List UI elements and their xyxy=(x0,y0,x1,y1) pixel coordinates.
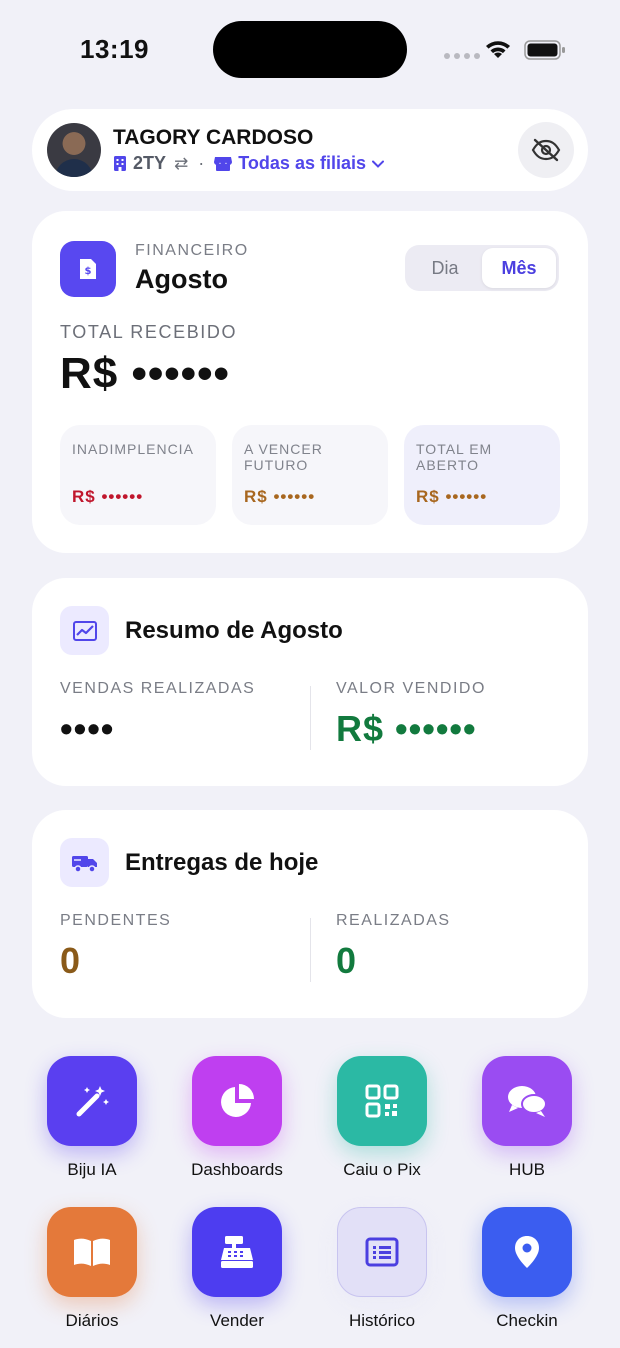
svg-text:$: $ xyxy=(85,266,92,277)
metric-value: R$ •••••• xyxy=(244,487,316,506)
done-label: REALIZADAS xyxy=(336,912,451,929)
shortcut-hub[interactable]: HUB xyxy=(462,1056,592,1180)
sales-amount-value: R$ •••••• xyxy=(336,708,477,749)
metric-total-open[interactable]: TOTAL EM ABERTO R$ •••••• xyxy=(404,425,560,525)
total-received-value: R$ •••••• xyxy=(60,349,230,398)
company-branch-selector[interactable]: 2TY ⇄ · Todas as filiais xyxy=(113,153,384,174)
shortcut-label: HUB xyxy=(509,1160,545,1179)
hide-values-button[interactable] xyxy=(518,122,574,178)
user-header: TAGORY CARDOSO 2TY ⇄ · Todas as filiais xyxy=(32,109,588,191)
company-code: 2TY xyxy=(133,153,167,173)
pie-chart-icon[interactable] xyxy=(192,1056,282,1146)
shortcut-label: Histórico xyxy=(348,1311,416,1330)
shortcut-label: Checkin xyxy=(496,1311,558,1330)
metric-value: R$ •••••• xyxy=(72,487,144,506)
shortcut-historico[interactable]: Histórico xyxy=(317,1207,447,1331)
magic-wand-icon[interactable] xyxy=(47,1056,137,1146)
shortcut-label: Vender xyxy=(210,1311,264,1330)
metric-label: INADIMPLENCIA xyxy=(72,441,194,457)
shortcut-dashboards[interactable]: Dashboards xyxy=(172,1056,302,1180)
signal-icon xyxy=(444,53,480,59)
period-toggle: Dia Mês xyxy=(405,245,559,291)
metric-label: TOTAL EM ABERTO xyxy=(416,441,493,473)
eye-off-icon xyxy=(531,138,561,162)
shortcut-checkin[interactable]: Checkin xyxy=(462,1207,592,1331)
period-month-button[interactable]: Mês xyxy=(482,248,556,288)
wifi-icon xyxy=(486,41,510,58)
avatar[interactable] xyxy=(47,123,101,177)
swap-icon[interactable]: ⇄ xyxy=(174,154,188,174)
metric-defaults[interactable]: INADIMPLENCIA R$ •••••• xyxy=(60,425,216,525)
invoice-icon: $ xyxy=(60,241,116,297)
status-bar: 13:19 xyxy=(0,0,620,100)
shortcut-caiu-o-pix[interactable]: Caiu o Pix xyxy=(317,1056,447,1180)
trend-chart-icon xyxy=(60,606,109,655)
building-icon xyxy=(114,156,126,171)
battery-icon xyxy=(524,40,565,60)
shortcut-vender[interactable]: Vender xyxy=(172,1207,302,1331)
branch-label[interactable]: Todas as filiais xyxy=(238,153,366,174)
month-title: Agosto xyxy=(135,264,228,294)
shortcut-label: Biju IA xyxy=(67,1160,117,1179)
store-icon xyxy=(214,156,233,171)
list-icon[interactable] xyxy=(337,1207,427,1297)
sales-count-value: •••• xyxy=(60,708,115,749)
total-received-label: TOTAL RECEBIDO xyxy=(60,322,238,342)
user-name: TAGORY CARDOSO xyxy=(113,126,314,149)
shortcut-diarios[interactable]: Diários xyxy=(27,1207,157,1331)
truck-icon xyxy=(60,838,109,887)
map-pin-icon[interactable] xyxy=(482,1207,572,1297)
cash-register-icon[interactable] xyxy=(192,1207,282,1297)
pending-label: PENDENTES xyxy=(60,912,172,929)
divider xyxy=(310,686,311,750)
sales-count-label: VENDAS REALIZADAS xyxy=(60,680,256,697)
period-day-button[interactable]: Dia xyxy=(408,248,482,288)
done-value: 0 xyxy=(336,940,358,981)
qr-code-icon[interactable] xyxy=(337,1056,427,1146)
sales-amount-label: VALOR VENDIDO xyxy=(336,680,486,697)
metric-label: A VENCER FUTURO xyxy=(244,441,323,473)
shortcut-biju-ia[interactable]: Biju IA xyxy=(27,1056,157,1180)
metric-value: R$ •••••• xyxy=(416,487,488,506)
shortcut-label: Dashboards xyxy=(191,1160,283,1179)
pending-value: 0 xyxy=(60,940,82,981)
separator-dot: · xyxy=(198,153,205,173)
section-label: FINANCEIRO xyxy=(135,242,249,259)
status-time: 13:19 xyxy=(80,34,149,64)
dynamic-island xyxy=(213,21,407,78)
book-icon[interactable] xyxy=(47,1207,137,1297)
financial-card: $ FINANCEIRO Agosto Dia Mês TOTAL RECEBI… xyxy=(32,211,588,553)
metric-future-due[interactable]: A VENCER FUTURO R$ •••••• xyxy=(232,425,388,525)
chevron-down-icon xyxy=(371,160,384,168)
chat-bubbles-icon[interactable] xyxy=(482,1056,572,1146)
shortcut-label: Caiu o Pix xyxy=(343,1160,421,1179)
sales-summary-card: Resumo de Agosto VENDAS REALIZADAS •••• … xyxy=(32,578,588,786)
divider xyxy=(310,918,311,982)
shortcut-label: Diários xyxy=(65,1311,119,1330)
summary-title: Resumo de Agosto xyxy=(125,617,343,644)
deliveries-card: Entregas de hoje PENDENTES 0 REALIZADAS … xyxy=(32,810,588,1018)
deliveries-title: Entregas de hoje xyxy=(125,849,319,876)
